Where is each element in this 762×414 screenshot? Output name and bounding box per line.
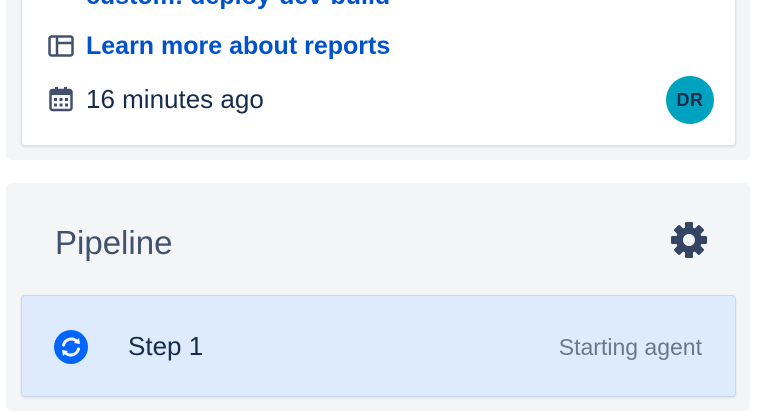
report-icon [48,33,74,59]
avatar[interactable]: DR [666,76,714,124]
gear-icon[interactable] [669,220,709,260]
in-progress-icon [54,330,88,364]
pipeline-title: Pipeline [55,224,173,261]
calendar-icon [48,86,74,112]
report-link-row[interactable]: Learn more about reports [48,29,390,63]
build-card [21,0,736,146]
build-time-row: 16 minutes ago [48,82,264,116]
step-status: Starting agent [558,334,702,360]
report-link[interactable]: Learn more about reports [86,32,390,61]
branch-link[interactable]: custom: deploy-dev-build [86,0,390,11]
build-time: 16 minutes ago [86,83,264,114]
step-name: Step 1 [128,331,204,361]
